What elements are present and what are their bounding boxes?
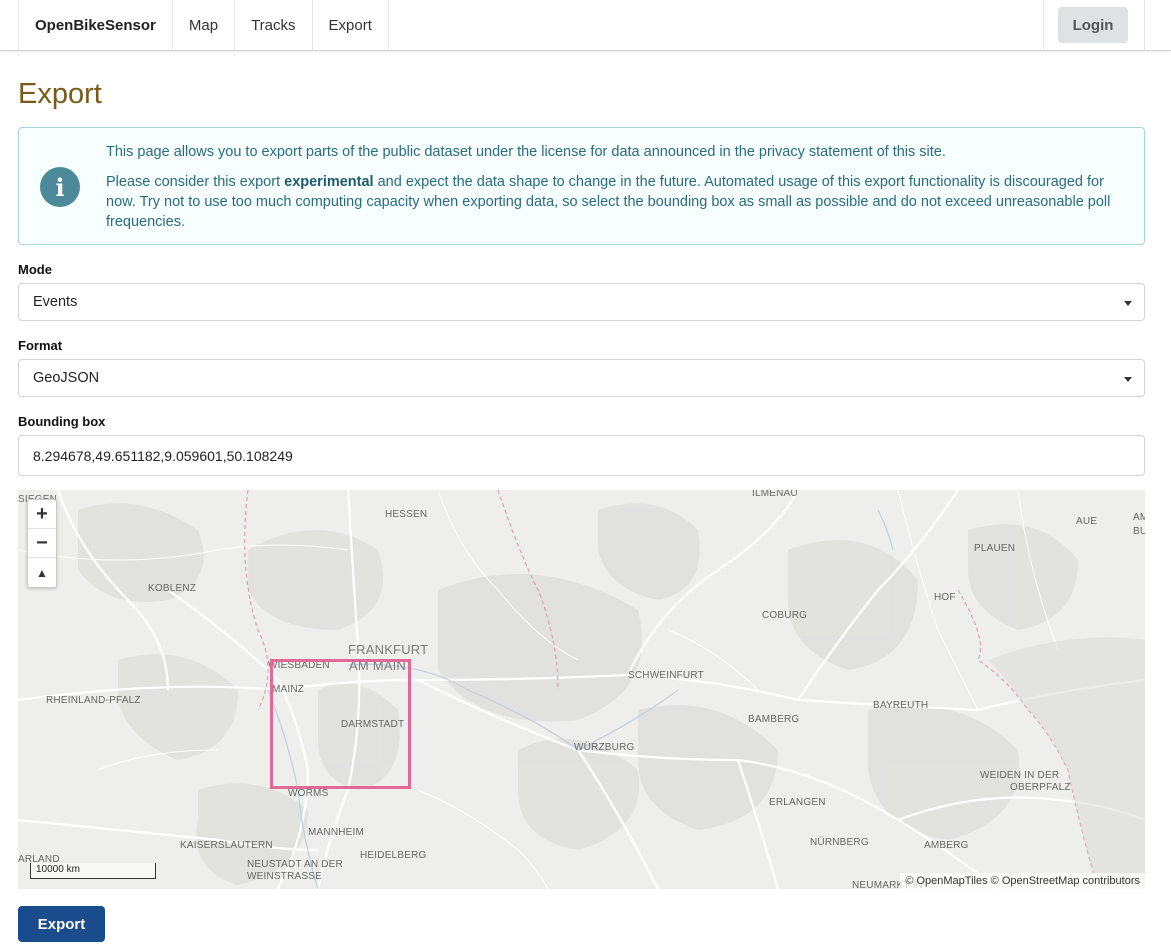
zoom-out-button[interactable]: − — [28, 529, 56, 558]
compass-north-icon[interactable]: ▲ — [28, 558, 56, 587]
map-label-mannheim: MANNHEIM — [308, 827, 365, 838]
map-label-frankfurt-1: FRANKFURT — [348, 642, 429, 657]
mode-label: Mode — [18, 262, 52, 277]
map-label-schweinfurt: SCHWEINFURT — [628, 670, 704, 681]
format-select-value: GeoJSON — [33, 370, 100, 386]
map-label-worms: WORMS — [288, 788, 329, 799]
map-label-hessen: HESSEN — [385, 509, 428, 520]
info-paragraph-1: This page allows you to export parts of … — [106, 144, 946, 160]
map-label-nuernberg: NÜRNBERG — [810, 837, 869, 848]
map-zoom-control: + − ▲ — [27, 499, 57, 588]
export-button[interactable]: Export — [18, 906, 105, 942]
map-label-koblenz: KOBLENZ — [148, 583, 197, 594]
map-label-neustadt-1: NEUSTADT AN DER — [247, 859, 343, 870]
map-attribution[interactable]: © OpenMapTiles © OpenStreetMap contribut… — [900, 873, 1145, 889]
login-button[interactable]: Login — [1058, 7, 1128, 43]
map-label-bu: BU — [1133, 526, 1145, 537]
map-label-aue: AUE — [1076, 516, 1098, 527]
map-label-weiden-1: WEIDEN IN DER — [980, 770, 1060, 781]
nav-item-tracks[interactable]: Tracks — [235, 0, 313, 50]
top-navbar: OpenBikeSensor Map Tracks Export Login — [0, 0, 1171, 51]
map-label-coburg: COBURG — [762, 610, 808, 621]
info-p2-bold: experimental — [284, 174, 374, 190]
map-label-plauen: PLAUEN — [974, 543, 1016, 554]
nav-item-export[interactable]: Export — [313, 0, 389, 50]
map-label-erlangen: ERLANGEN — [769, 797, 826, 808]
map-label-neustadt-2: WEINSTRASSE — [247, 871, 322, 882]
info-circle-icon: i — [40, 167, 80, 207]
bbox-input[interactable] — [18, 435, 1145, 476]
map-label-bayreuth: BAYREUTH — [873, 700, 929, 711]
map-label-am: AM — [1133, 512, 1145, 523]
format-label: Format — [18, 338, 63, 353]
map-scale-bar: 10000 km — [30, 863, 156, 879]
map-label-heidelberg: HEIDELBERG — [360, 850, 427, 861]
mode-select[interactable]: Events — [18, 283, 1145, 321]
map-label-ilmenau: ILMENAU — [752, 490, 798, 499]
map-label-amberg: AMBERG — [924, 840, 969, 851]
bbox-label: Bounding box — [18, 414, 106, 429]
bounding-box-selection[interactable] — [270, 659, 411, 789]
mode-select-value: Events — [33, 294, 78, 310]
map-label-wuerzburg: WÜRZBURG — [574, 742, 635, 753]
map-label-weiden-2: OBERPFALZ — [1010, 782, 1071, 793]
map-label-hof: HOF — [934, 592, 956, 603]
dropdown-caret-icon — [1124, 301, 1132, 306]
info-p2-prefix: Please consider this export — [106, 174, 285, 190]
dropdown-caret-icon — [1124, 377, 1132, 382]
nav-menu: OpenBikeSensor Map Tracks Export — [18, 0, 389, 50]
zoom-in-button[interactable]: + — [28, 500, 56, 529]
info-paragraph-2: Please consider this export experimental… — [106, 172, 1126, 232]
map-view[interactable]: ILMENAU HESSEN AUE AM BU PLAUEN SIEGEN K… — [18, 490, 1145, 889]
login-container: Login — [1043, 0, 1145, 50]
brand-link[interactable]: OpenBikeSensor — [19, 0, 173, 50]
map-label-bamberg: BAMBERG — [748, 714, 800, 725]
map-label-kaiserslautern: KAISERSLAUTERN — [180, 840, 273, 851]
info-message: i This page allows you to export parts o… — [18, 127, 1145, 245]
map-label-rheinland-pfalz: RHEINLAND-PFALZ — [46, 695, 141, 706]
format-select[interactable]: GeoJSON — [18, 359, 1145, 397]
nav-item-map[interactable]: Map — [173, 0, 236, 50]
page-title: Export — [18, 78, 102, 110]
